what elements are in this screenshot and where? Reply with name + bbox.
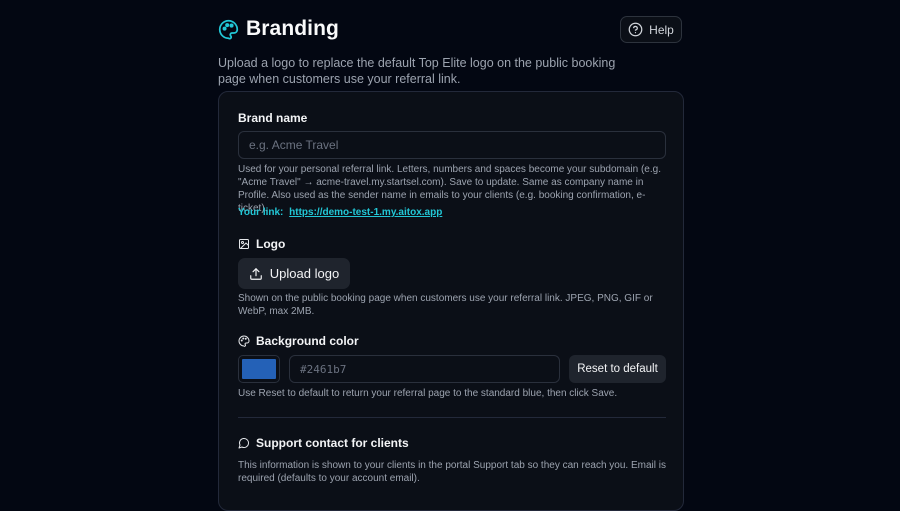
brand-name-input[interactable] [238, 131, 666, 159]
hex-color-input[interactable] [289, 355, 560, 383]
help-button[interactable]: Help [620, 16, 682, 43]
message-circle-icon [238, 437, 250, 449]
palette-icon [218, 18, 240, 40]
logo-label-text: Logo [256, 237, 286, 251]
title-row: Branding [218, 14, 684, 44]
page-subtitle: Upload a logo to replace the default Top… [218, 56, 616, 86]
logo-help: Shown on the public booking page when cu… [238, 293, 653, 317]
support-contact-help: This information is shown to your client… [238, 460, 666, 484]
help-label: Help [649, 22, 674, 37]
upload-icon [249, 267, 263, 281]
your-link: Your link: https://demo-test-1.my.aitox.… [238, 207, 442, 218]
background-color-help: Use Reset to default to return your refe… [238, 388, 618, 399]
reset-to-default-button[interactable]: Reset to default [569, 355, 666, 383]
branding-card: Brand name Used for your personal referr… [218, 91, 684, 511]
question-circle-icon [628, 22, 643, 37]
upload-logo-label: Upload logo [269, 266, 340, 281]
background-color-label-text: Background color [256, 334, 359, 348]
page-header: Branding Upload a logo to replace the de… [218, 14, 684, 87]
brand-name-label: Brand name [238, 111, 307, 125]
your-link-label: Your link: [238, 207, 284, 218]
support-contact-label: Support contact for clients [238, 436, 409, 450]
background-color-label: Background color [238, 334, 359, 348]
color-swatch[interactable] [238, 355, 280, 383]
palette-small-icon [238, 335, 250, 347]
page-title: Branding [246, 17, 339, 40]
support-contact-label-text: Support contact for clients [256, 436, 409, 450]
reset-label: Reset to default [577, 363, 658, 375]
section-divider [238, 417, 666, 418]
color-swatch-fill [242, 359, 276, 379]
referral-link[interactable]: https://demo-test-1.my.aitox.app [289, 207, 442, 218]
upload-logo-button[interactable]: Upload logo [238, 258, 350, 289]
image-icon [238, 238, 250, 250]
brand-name-label-text: Brand name [238, 111, 308, 125]
logo-label: Logo [238, 237, 285, 251]
